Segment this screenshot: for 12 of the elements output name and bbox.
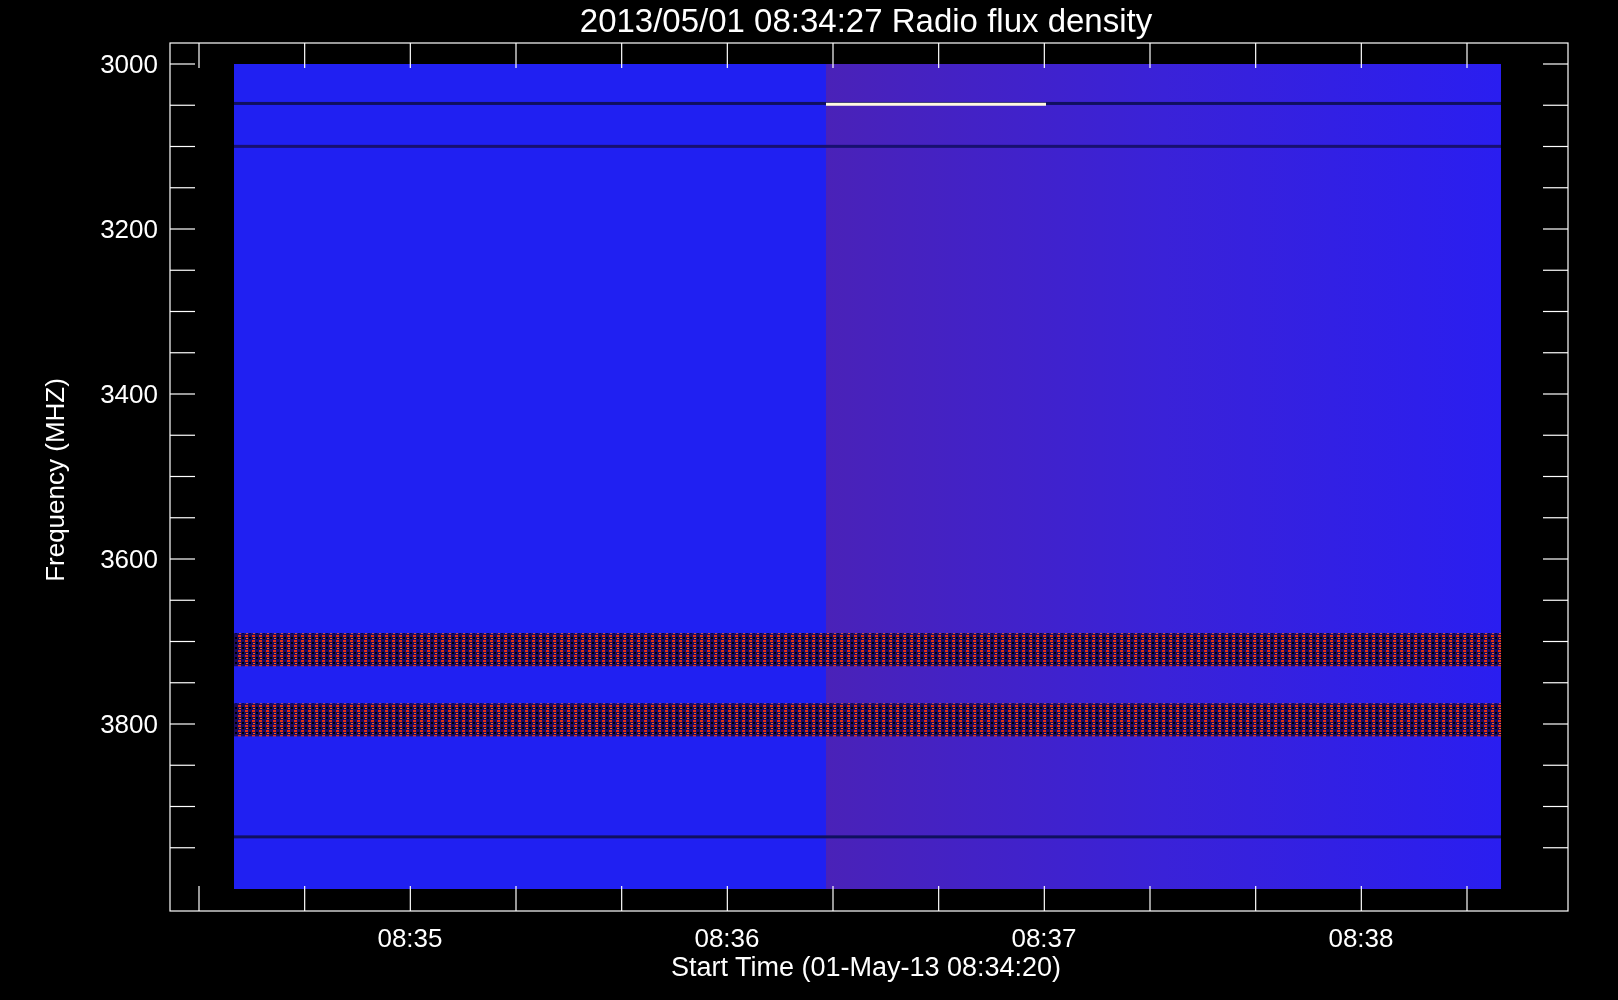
tick-label: 08:36: [694, 923, 760, 953]
tick-label: 3000: [100, 49, 158, 79]
plot-title: 2013/05/01 08:34:27 Radio flux density: [579, 2, 1153, 39]
tick-label: 3800: [100, 709, 158, 739]
tick-label: 08:37: [1011, 923, 1077, 953]
tick-label: 08:35: [377, 923, 443, 953]
axis-label: Frequency (MHZ): [40, 378, 70, 582]
tick-label: 08:38: [1328, 923, 1394, 953]
tick-label: 3600: [100, 544, 158, 574]
tick-label: 3400: [100, 379, 158, 409]
axis-label: Start Time (01-May-13 08:34:20): [670, 952, 1062, 982]
tick-label: 3200: [100, 214, 158, 244]
